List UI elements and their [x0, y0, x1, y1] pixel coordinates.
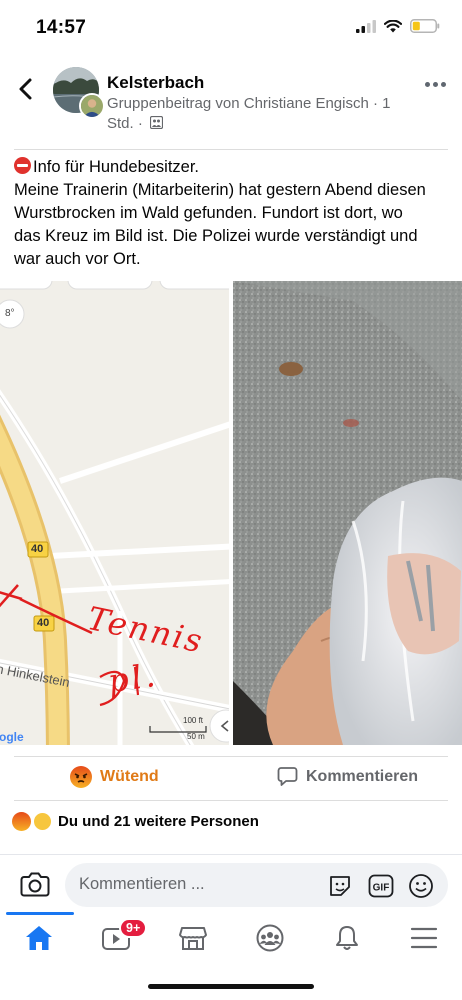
post-meta-author[interactable]: Gruppenbeitrag von Christiane Engisch · … — [107, 95, 391, 112]
angry-emoji-icon — [12, 812, 31, 831]
post-text-line: das Kreuz im Bild ist. Die Polizei wurde… — [14, 227, 418, 245]
reactions-summary-text: Du und 21 weitere Personen — [58, 813, 259, 830]
tab-menu[interactable] — [385, 912, 462, 970]
marketplace-icon — [179, 927, 207, 950]
comment-input[interactable]: Kommentieren ... GIF — [65, 863, 448, 907]
tab-notifications[interactable] — [308, 912, 385, 970]
tab-groups[interactable] — [231, 912, 308, 970]
post-text-line: Meine Trainerin (Mitarbeiterin) hat gest… — [14, 181, 426, 199]
group-avatar[interactable] — [52, 67, 105, 119]
tab-bar: 9+ — [0, 912, 462, 970]
signal-icon — [356, 19, 376, 33]
react-label: Wütend — [100, 768, 159, 785]
post-header: Kelsterbach Gruppenbeitrag von Christian… — [0, 62, 462, 136]
map-temperature: 8° — [5, 308, 15, 319]
comment-label: Kommentieren — [306, 767, 419, 785]
post-photos: 8° 40 40 n Hinkelstein Tennis pl. 100 ft… — [0, 281, 462, 745]
status-bar: 14:57 — [0, 0, 462, 54]
sad-emoji-icon — [33, 812, 52, 831]
comment-icon — [277, 767, 298, 786]
groups-icon — [256, 924, 284, 952]
comment-bar: Kommentieren ... GIF — [0, 854, 462, 912]
back-arrow-icon[interactable] — [14, 76, 40, 102]
user-avatar — [79, 93, 105, 119]
group-privacy-icon — [149, 115, 164, 130]
map-road-number: 40 — [37, 617, 50, 629]
react-button[interactable]: Wütend — [70, 766, 159, 788]
group-name[interactable]: Kelsterbach — [107, 73, 204, 93]
post-text-line: Info für Hundebesitzer. — [14, 156, 454, 179]
post-text-line: Wurstbrocken im Wald gefunden. Fundort i… — [14, 204, 403, 222]
photos-divider — [14, 756, 448, 757]
bag-photo[interactable] — [233, 281, 462, 745]
map-photo[interactable]: 8° 40 40 n Hinkelstein Tennis pl. 100 ft… — [0, 281, 229, 745]
no-entry-icon — [14, 157, 31, 174]
tab-active-indicator — [6, 912, 74, 915]
map-scale-m: 50 m — [187, 732, 205, 741]
angry-emoji-icon — [70, 766, 92, 788]
status-time: 14:57 — [36, 17, 87, 38]
actions-divider — [14, 800, 448, 801]
post-text: Info für Hundebesitzer. Meine Trainerin … — [14, 156, 454, 271]
map-handwriting: pl. — [105, 655, 161, 701]
post-actions: Wütend Kommentieren — [0, 760, 462, 798]
gif-icon[interactable]: GIF — [368, 873, 394, 899]
menu-icon — [410, 927, 438, 949]
tab-home[interactable] — [0, 912, 77, 970]
tab-video[interactable]: 9+ — [77, 912, 154, 970]
svg-text:GIF: GIF — [373, 883, 390, 894]
comment-button[interactable]: Kommentieren — [277, 766, 418, 787]
post-meta-time: Std. · — [107, 115, 143, 132]
wifi-icon — [384, 19, 402, 32]
map-road-number: 40 — [31, 543, 44, 555]
comment-placeholder: Kommentieren ... — [79, 875, 205, 893]
more-icon[interactable] — [425, 82, 446, 87]
battery-icon — [410, 19, 440, 33]
camera-icon[interactable] — [20, 870, 50, 898]
video-badge: 9+ — [119, 918, 148, 938]
tab-marketplace[interactable] — [154, 912, 231, 970]
header-divider — [14, 149, 448, 150]
bell-icon — [336, 926, 358, 950]
status-icons — [356, 19, 440, 33]
map-scale-ft: 100 ft — [183, 716, 204, 725]
home-indicator — [148, 984, 314, 989]
reactions-summary[interactable]: Du und 21 weitere Personen — [12, 812, 259, 831]
home-icon — [26, 926, 52, 950]
map-logo: ogle — [0, 730, 24, 744]
emoji-icon[interactable] — [408, 873, 434, 899]
sticker-icon[interactable] — [327, 873, 353, 899]
post-text-line: war auch vor Ort. — [14, 250, 141, 268]
post-meta: Gruppenbeitrag von Christiane Engisch · … — [107, 94, 403, 134]
